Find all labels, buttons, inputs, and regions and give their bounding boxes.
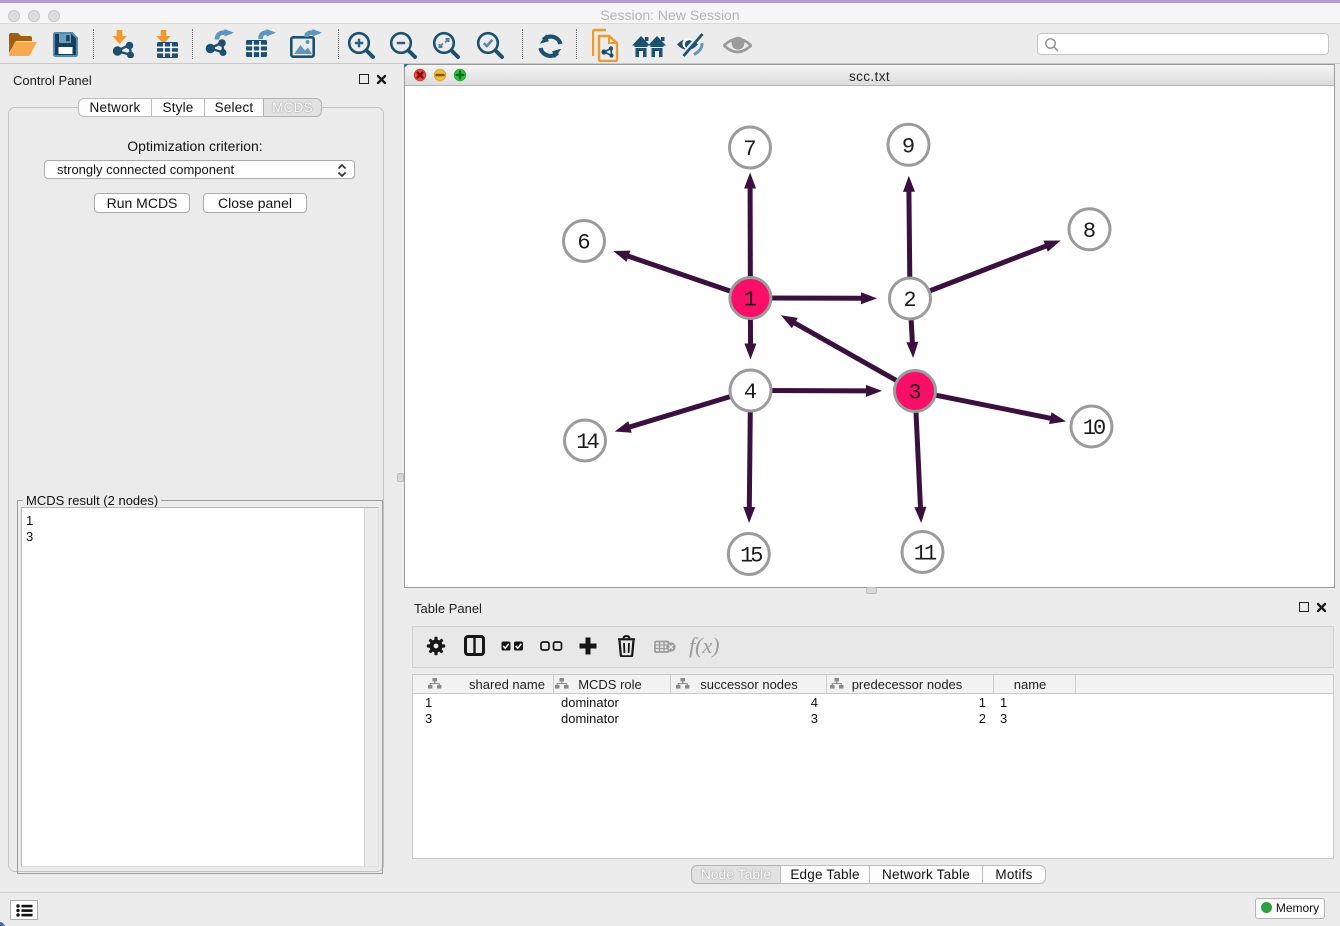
svg-text:4: 4: [744, 380, 757, 405]
svg-text:11: 11: [914, 542, 937, 567]
svg-text:9: 9: [902, 134, 915, 159]
svg-text:10: 10: [1083, 416, 1105, 441]
svg-text:14: 14: [576, 430, 599, 455]
svg-text:2: 2: [903, 288, 916, 313]
svg-text:3: 3: [908, 381, 921, 406]
svg-text:8: 8: [1083, 219, 1096, 244]
svg-text:15: 15: [740, 544, 762, 569]
svg-text:1: 1: [744, 288, 757, 313]
svg-text:6: 6: [577, 231, 590, 256]
svg-text:7: 7: [743, 137, 756, 162]
